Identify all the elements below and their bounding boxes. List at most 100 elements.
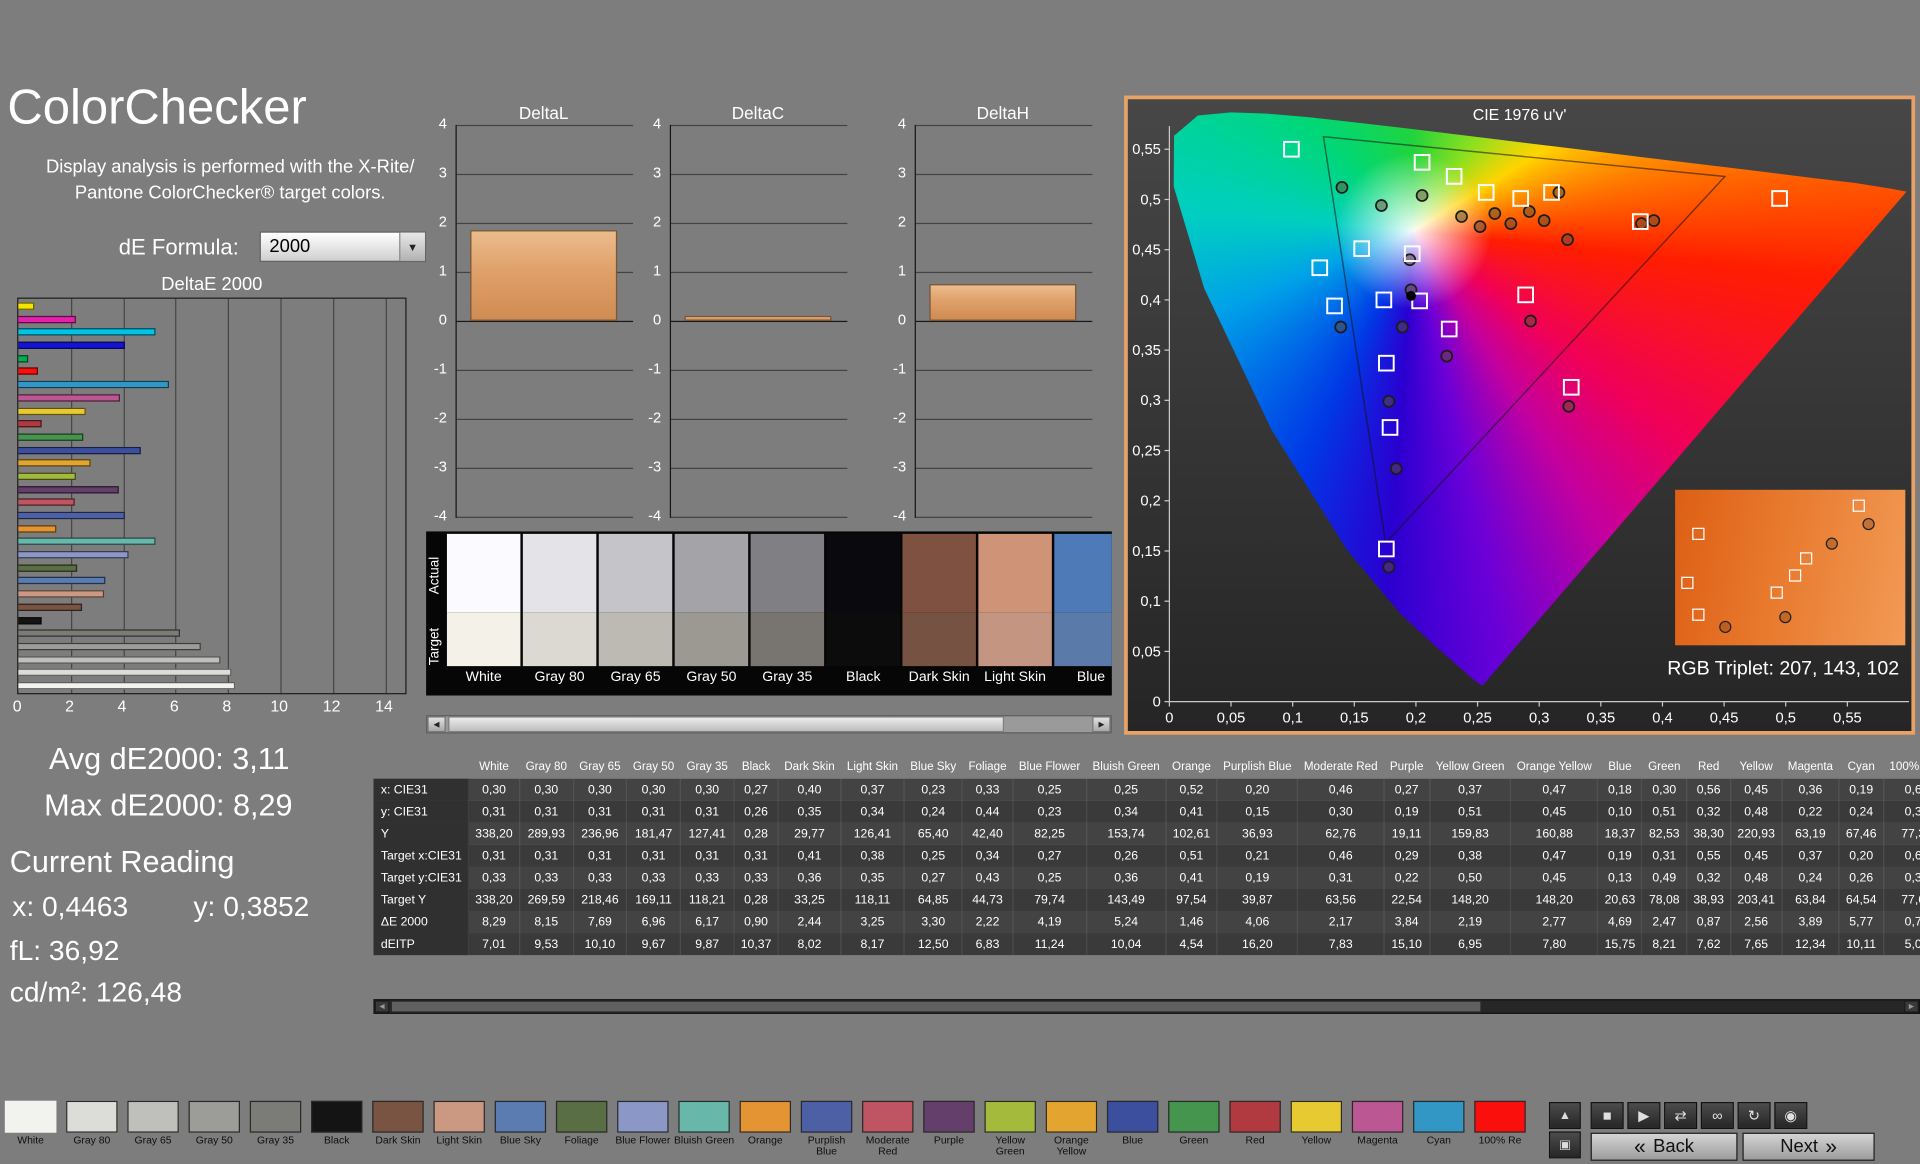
table-cell: 0,31 <box>573 800 628 823</box>
bottom-patch-swatch <box>372 1100 424 1133</box>
bottom-patch[interactable]: Gray 50 <box>184 1098 245 1146</box>
up-button[interactable]: ▲ <box>1548 1102 1581 1129</box>
cie-y-tick-label: 0,15 <box>1132 544 1161 560</box>
strip-patch[interactable]: Gray 65 <box>598 533 673 693</box>
bottom-patch-label: White <box>17 1133 44 1147</box>
bottom-patch[interactable]: Orange Yellow <box>1041 1098 1102 1157</box>
refresh-button[interactable]: ↻ <box>1737 1102 1771 1129</box>
scroll-right-icon[interactable]: ► <box>1904 1000 1919 1013</box>
scrollbar-track[interactable] <box>389 1000 1904 1013</box>
table-cell: 269,59 <box>519 888 574 912</box>
table-cell: 0,23 <box>1012 800 1088 823</box>
reading-cdm2: cd/m²: 126,48 <box>9 975 183 1008</box>
strip-patch[interactable]: Gray 80 <box>522 533 597 693</box>
bottom-patch[interactable]: White <box>0 1098 61 1146</box>
scroll-left-icon[interactable]: ◄ <box>427 716 446 733</box>
bottom-patch[interactable]: Yellow <box>1286 1098 1347 1146</box>
measurement-table: White Gray 80 Gray 65 Gray 50 Gray 35 Black Da… <box>373 756 1920 998</box>
next-button[interactable]: Next » <box>1742 1132 1875 1161</box>
strip-patch[interactable]: Blue <box>1054 533 1112 693</box>
bottom-patch[interactable]: Gray 35 <box>245 1098 306 1146</box>
bottom-patch-swatch <box>800 1100 853 1133</box>
bottom-patch[interactable]: Light Skin <box>429 1098 490 1146</box>
scroll-right-icon[interactable]: ► <box>1092 716 1111 733</box>
stop-button[interactable]: ■ <box>1590 1102 1624 1129</box>
bottom-patch[interactable]: 100% Re <box>1469 1098 1530 1146</box>
back-button-label: Back <box>1653 1136 1694 1158</box>
table-cell: 0,33 <box>573 866 628 889</box>
record-button[interactable]: ◉ <box>1774 1102 1808 1129</box>
strip-patch-actual <box>674 533 749 613</box>
play-button[interactable]: ▶ <box>1627 1102 1661 1129</box>
bottom-patch[interactable]: Purplish Blue <box>796 1098 857 1157</box>
strip-patch[interactable]: Dark Skin <box>902 533 976 693</box>
scroll-left-icon[interactable]: ◄ <box>374 1000 390 1013</box>
deltae-bar <box>18 511 125 520</box>
bottom-patch[interactable]: Gray 65 <box>122 1098 183 1146</box>
infinity-button[interactable]: ∞ <box>1700 1102 1734 1129</box>
deltac-tick-label: -2 <box>648 408 662 427</box>
strip-patch[interactable]: Black <box>826 533 901 693</box>
table-cell: 9,53 <box>519 933 574 956</box>
bottom-patch[interactable]: Yellow Green <box>980 1098 1041 1157</box>
table-cell: 79,74 <box>1012 888 1088 912</box>
deltah-gridline <box>915 418 1093 421</box>
deltae-tick-label: 10 <box>270 696 289 716</box>
table-row: x: CIE31 0,30 0,30 0,30 0,30 0,30 0,27 0,40 0,37… <box>373 778 1920 801</box>
deltal-gridline <box>456 369 634 372</box>
bottom-patch[interactable]: Cyan <box>1408 1098 1469 1146</box>
bottom-patch[interactable]: Blue <box>1102 1098 1163 1146</box>
table-cell: 0,32 <box>1883 866 1920 889</box>
table-column-header: Yellow Green <box>1435 760 1505 774</box>
strip-patch[interactable]: Gray 35 <box>750 533 825 693</box>
bottom-patch[interactable]: Blue Flower <box>612 1098 673 1146</box>
bottom-patch[interactable]: Dark Skin <box>367 1098 428 1146</box>
cie-x-tick-label: 0,1 <box>1282 710 1302 726</box>
strip-patch-label: White <box>465 669 502 685</box>
chevron-down-icon: ▼ <box>399 232 425 261</box>
bottom-patch[interactable]: Blue Sky <box>490 1098 551 1146</box>
deltah-tick-label: -1 <box>893 360 907 378</box>
bottom-patch-label: Gray 80 <box>73 1133 111 1147</box>
table-column-header: Blue Sky <box>910 760 957 774</box>
display-button[interactable]: ▣ <box>1548 1131 1581 1159</box>
strip-patch-target <box>674 612 749 667</box>
bottom-patch[interactable]: Foliage <box>551 1098 612 1146</box>
strip-patch[interactable]: Light Skin <box>978 533 1052 693</box>
bottom-patch[interactable]: Magenta <box>1347 1098 1408 1146</box>
bottom-patch[interactable]: Gray 80 <box>61 1098 122 1146</box>
bottom-patch[interactable]: Purple <box>918 1098 979 1146</box>
strip-patch-label: Black <box>846 669 881 685</box>
cie-y-tick-label: 0,35 <box>1132 343 1161 359</box>
table-cell: 38,93 <box>1686 888 1732 912</box>
strip-patch[interactable]: White <box>446 533 521 693</box>
table-cell: 64,54 <box>1839 888 1884 912</box>
table-cell: 236,96 <box>573 822 628 845</box>
bottom-patch[interactable]: Black <box>306 1098 367 1146</box>
bottom-patch[interactable]: Green <box>1163 1098 1224 1146</box>
patch-strip-scrollbar[interactable]: ◄ ► <box>426 715 1112 734</box>
scrollbar-thumb[interactable] <box>448 716 1005 733</box>
table-scrollbar[interactable]: ◄ ► <box>373 999 1920 1014</box>
strip-patch[interactable]: Gray 50 <box>674 533 749 693</box>
table-cell: 0,36 <box>1781 778 1840 801</box>
back-button[interactable]: « Back <box>1590 1132 1738 1161</box>
deltal-tick-label: 1 <box>438 262 447 280</box>
table-cell: 0,33 <box>962 778 1014 801</box>
table-column-header: Purple <box>1389 760 1424 774</box>
patch-strip-side: Actual Target <box>426 531 444 695</box>
scrollbar-track[interactable] <box>446 716 1093 733</box>
table-cell: 5,02 <box>1883 933 1920 956</box>
bottom-patch[interactable]: Bluish Green <box>673 1098 734 1146</box>
strip-patch-actual <box>750 533 825 613</box>
de-formula-dropdown[interactable]: 2000 ▼ <box>259 231 427 263</box>
table-row-label: Target y:CIE31 <box>373 866 470 889</box>
swap-button[interactable]: ⇄ <box>1664 1102 1698 1129</box>
table-cell: 4,19 <box>1012 911 1088 934</box>
bottom-patch[interactable]: Red <box>1224 1098 1285 1146</box>
scrollbar-thumb[interactable] <box>390 1000 1482 1013</box>
cie-x-tick-label: 0,3 <box>1529 710 1549 726</box>
table-cell: 0,41 <box>1165 800 1218 823</box>
bottom-patch[interactable]: Orange <box>735 1098 796 1146</box>
bottom-patch[interactable]: Moderate Red <box>857 1098 918 1157</box>
